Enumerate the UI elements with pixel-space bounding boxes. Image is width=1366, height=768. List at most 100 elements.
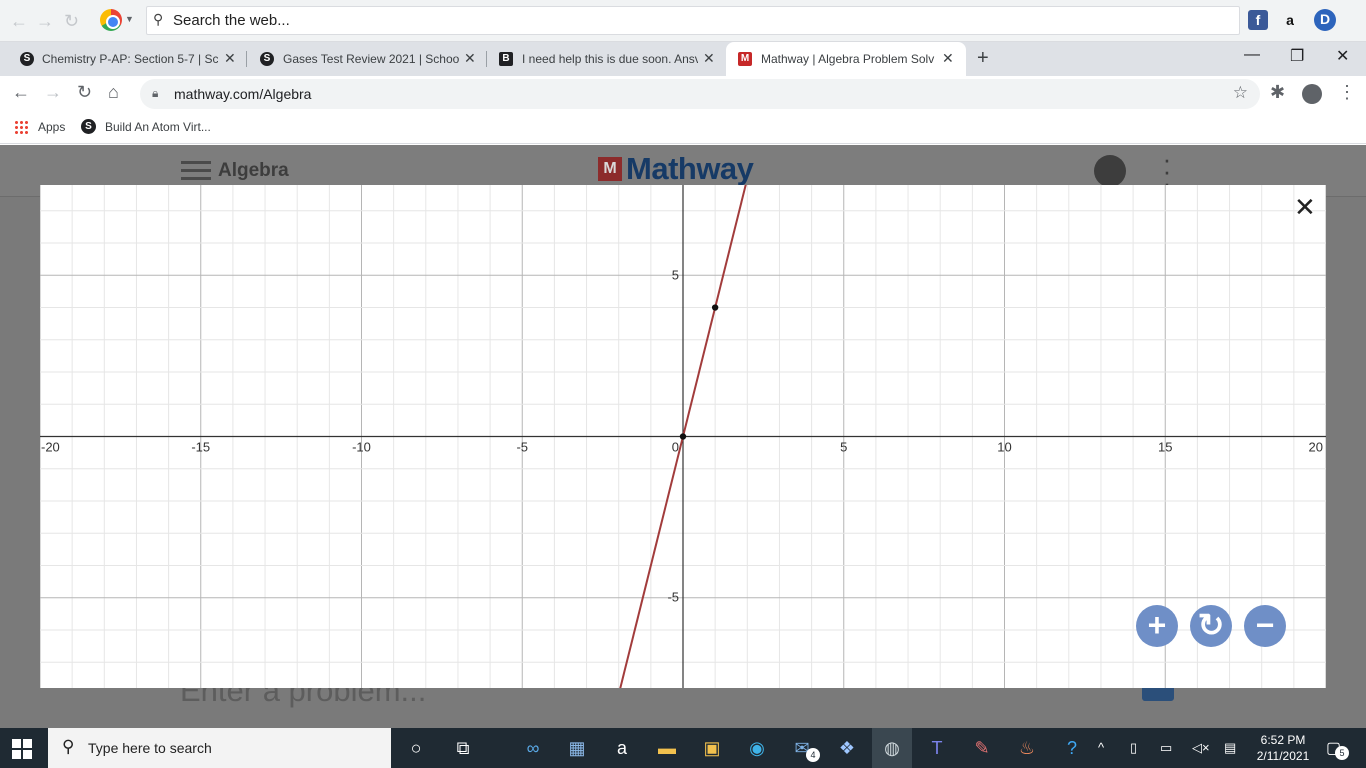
clock-time: 6:52 PM [1260, 733, 1306, 747]
home-icon[interactable]: ⌂ [108, 82, 119, 103]
bookmark-build-atom[interactable]: Build An Atom Virt... [105, 120, 211, 134]
web-search-input[interactable]: ⚲ Search the web... [146, 6, 1240, 35]
tab-brainly[interactable]: B I need help this is due soon. Ansv ✕ [487, 42, 726, 76]
x-tick-label: 20 [1309, 440, 1323, 455]
taskbar-clock[interactable]: 6:52 PM 2/11/2021 [1248, 732, 1318, 764]
zoom-in-button[interactable]: + [1136, 605, 1178, 647]
minimize-icon[interactable]: — [1244, 46, 1260, 64]
infinity-app-icon[interactable]: ∞ [513, 728, 553, 768]
forward-icon[interactable]: → [44, 82, 62, 103]
task-view-icon[interactable]: ⧉ [443, 728, 483, 768]
data-point [679, 433, 687, 440]
chrome-globe-icon[interactable]: ◍ [872, 728, 912, 768]
amazon-app-icon[interactable]: a [602, 728, 642, 768]
more-options-icon[interactable]: · · · [1160, 146, 1174, 196]
close-window-icon[interactable]: ✕ [1336, 46, 1349, 66]
x-tick-label: 5 [840, 440, 847, 455]
close-graph-icon[interactable]: ✕ [1294, 194, 1316, 220]
tab-chemistry[interactable]: S Chemistry P-AP: Section 5-7 | Sch ✕ [0, 42, 247, 76]
tab-gases[interactable]: S Gases Test Review 2021 | Schoolo ✕ [247, 42, 487, 76]
hamburger-menu-icon[interactable] [181, 161, 211, 181]
close-tab-icon[interactable]: ✕ [703, 50, 715, 67]
x-tick-label: 0 [672, 440, 679, 455]
schoology-icon: S [81, 119, 96, 134]
lock-icon[interactable]: 🔒︎ [152, 86, 158, 101]
facebook-icon[interactable]: f [1248, 10, 1268, 30]
notifications-icon[interactable]: ▢ 5 [1326, 738, 1349, 760]
search-icon: ⚲ [153, 11, 164, 27]
new-tab-icon[interactable]: + [977, 47, 989, 70]
calculator-icon[interactable]: ▦ [557, 728, 597, 768]
reload-icon[interactable]: ↻ [77, 82, 92, 103]
x-tick-label: -15 [191, 440, 210, 455]
reload-icon[interactable]: ↻ [64, 11, 79, 32]
graph-panel[interactable]: -20 -15 -10 -5 0 5 10 15 20 -5 5 ✕ + ↻ − [40, 185, 1326, 688]
mail-icon[interactable]: ✉ 4 [782, 728, 822, 768]
y-tick-label: 5 [672, 267, 679, 282]
section-title[interactable]: Algebra [218, 160, 289, 182]
clock-date: 2/11/2021 [1256, 749, 1310, 763]
back-icon[interactable]: ← [10, 11, 28, 32]
chrome-logo-icon[interactable] [100, 9, 122, 31]
back-icon[interactable]: ← [12, 82, 30, 103]
cortana-icon[interactable]: ○ [396, 728, 436, 768]
paint-icon[interactable]: ✎ [962, 728, 1002, 768]
menu-dots-icon[interactable]: ⋮ [1338, 82, 1356, 103]
restore-icon[interactable]: ❐ [1290, 46, 1304, 66]
top-search-toolbar: ← → ↻ ▼ ⚲ Search the web... f a D [0, 0, 1366, 42]
mail-badge: 4 [806, 748, 820, 762]
apps-grid-icon[interactable] [14, 120, 28, 134]
x-tick-label: 15 [1158, 440, 1172, 455]
mathway-logo-text: Mathway [626, 151, 754, 186]
address-toolbar: ← → ↻ ⌂ 🔒︎ mathway.com/Algebra ☆ [0, 76, 1366, 112]
close-tab-icon[interactable]: ✕ [224, 50, 236, 67]
x-tick-label: -20 [41, 440, 60, 455]
url-text: mathway.com/Algebra [174, 86, 312, 102]
chevron-down-icon[interactable]: ▼ [125, 14, 134, 24]
extensions-icon[interactable]: ✱ [1270, 82, 1285, 103]
tab-title: Chemistry P-AP: Section 5-7 | Sch [42, 52, 218, 66]
battery-icon[interactable]: ▭ [1160, 740, 1172, 756]
schoology-icon: S [20, 52, 34, 66]
address-bar[interactable]: 🔒︎ mathway.com/Algebra ☆ [140, 79, 1260, 109]
notification-count: 5 [1335, 746, 1349, 760]
close-tab-icon[interactable]: ✕ [942, 50, 954, 67]
file-explorer-icon[interactable]: ▬ [647, 728, 687, 768]
forward-icon[interactable]: → [36, 11, 54, 32]
close-tab-icon[interactable]: ✕ [464, 50, 476, 67]
amazon-icon[interactable]: a [1280, 10, 1300, 30]
profile-d-icon[interactable]: D [1314, 9, 1336, 31]
tab-mathway[interactable]: M Mathway | Algebra Problem Solv ✕ [726, 42, 966, 76]
user-avatar-icon[interactable] [1094, 155, 1126, 187]
mathway-logo-icon: M [598, 157, 622, 181]
web-search-text: Search the web... [173, 12, 290, 29]
brainly-icon: B [499, 52, 513, 66]
taskbar-search-box[interactable]: ⚲ Type here to search [48, 728, 391, 768]
schoology-icon: S [260, 52, 274, 66]
bookmark-star-icon[interactable]: ☆ [1233, 83, 1248, 103]
reset-view-button[interactable]: ↻ [1190, 605, 1232, 647]
edge-icon[interactable]: ◉ [737, 728, 777, 768]
account-icon[interactable] [1302, 84, 1322, 104]
submit-problem-button[interactable] [1142, 687, 1174, 701]
data-point [711, 304, 719, 311]
graph-plot[interactable]: -20 -15 -10 -5 0 5 10 15 20 -5 5 [40, 185, 1326, 688]
store-icon[interactable]: ▣ [692, 728, 732, 768]
volume-muted-icon[interactable]: ◁× [1192, 740, 1210, 756]
windows-start-icon[interactable] [12, 739, 32, 759]
tab-title: Gases Test Review 2021 | Schoolo [283, 52, 459, 66]
y-tick-label: -5 [667, 590, 679, 605]
tray-chevron-icon[interactable]: ^ [1098, 740, 1104, 755]
network-icon[interactable]: ▤ [1224, 740, 1236, 756]
teams-icon[interactable]: T [917, 728, 957, 768]
bookmarks-bar: Apps S Build An Atom Virt... [0, 112, 1366, 144]
x-tick-label: -10 [352, 440, 371, 455]
tray-device-icon[interactable]: ▯ [1130, 740, 1137, 756]
bookmark-apps[interactable]: Apps [38, 120, 65, 134]
dropbox-icon[interactable]: ❖ [827, 728, 867, 768]
search-icon: ⚲ [62, 737, 75, 756]
zoom-out-button[interactable]: − [1244, 605, 1286, 647]
tab-strip: S Chemistry P-AP: Section 5-7 | Sch ✕ S … [0, 42, 1366, 76]
help-icon[interactable]: ? [1052, 728, 1092, 768]
app-icon[interactable]: ♨ [1007, 728, 1047, 768]
